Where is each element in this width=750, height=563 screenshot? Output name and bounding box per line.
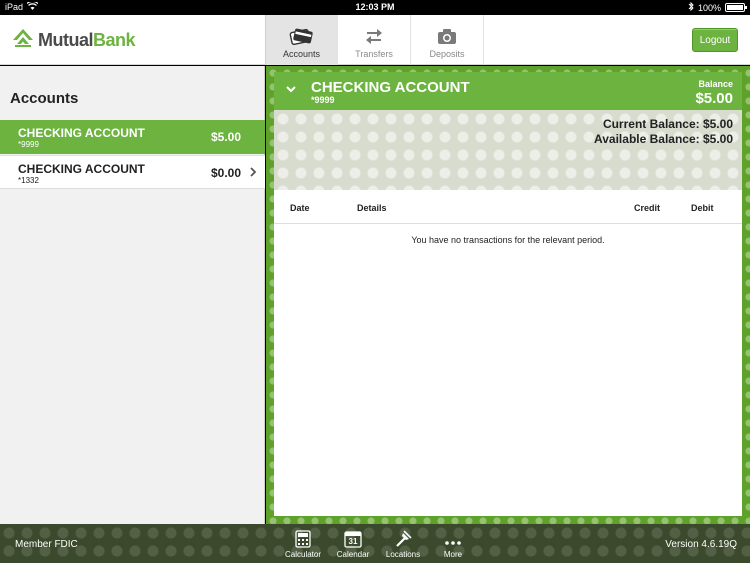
- app-header: MutualBank Accounts Transfers Deposits L…: [0, 15, 750, 65]
- tab-deposits[interactable]: Deposits: [411, 15, 484, 65]
- transactions-header: Date Details Credit Debit: [274, 190, 742, 224]
- calculator-label: Calculator: [284, 550, 321, 559]
- account-detail-number: *9999: [311, 95, 335, 105]
- brand-name-bank: Bank: [93, 30, 136, 50]
- clock: 12:03 PM: [355, 2, 395, 12]
- column-credit[interactable]: Credit: [634, 203, 660, 213]
- column-debit[interactable]: Debit: [691, 203, 714, 213]
- tab-deposits-label: Deposits: [429, 49, 465, 59]
- main-tabs: Accounts Transfers Deposits: [265, 15, 484, 65]
- cards-icon: [289, 27, 315, 45]
- account-name: CHECKING ACCOUNT: [18, 162, 145, 176]
- bottom-toolbar: Member FDIC Calculator 31 Calendar Locat…: [0, 524, 750, 563]
- map-pin-icon: [394, 530, 412, 548]
- mutualbank-logo: MutualBank: [12, 28, 136, 53]
- empty-transactions-message: You have no transactions for the relevan…: [411, 235, 605, 245]
- tab-transfers-label: Transfers: [355, 49, 393, 59]
- more-dots-icon: [444, 538, 462, 548]
- account-amount: $0.00: [210, 166, 241, 180]
- balance-summary: Current Balance: $5.00 Available Balance…: [274, 110, 742, 190]
- account-detail-header[interactable]: CHECKING ACCOUNT *9999 Balance $5.00: [274, 72, 742, 110]
- transfer-arrows-icon: [365, 27, 383, 45]
- more-button[interactable]: More: [428, 526, 478, 562]
- account-row[interactable]: CHECKING ACCOUNT *1332 $0.00: [0, 155, 265, 189]
- logo-mark-icon: [12, 28, 34, 53]
- calculator-icon: [295, 530, 311, 548]
- locations-button[interactable]: Locations: [378, 526, 428, 562]
- balance-label: Balance: [698, 79, 733, 89]
- battery-icon: [725, 3, 747, 12]
- tab-transfers[interactable]: Transfers: [338, 15, 411, 65]
- bluetooth-icon: [688, 1, 694, 13]
- account-number: *9999: [18, 140, 39, 149]
- calendar-icon: 31: [344, 530, 362, 548]
- chevron-right-icon: [250, 166, 257, 180]
- member-fdic-label: Member FDIC: [15, 539, 78, 550]
- calendar-day: 31: [348, 537, 358, 546]
- camera-icon: [437, 28, 457, 45]
- chevron-down-icon[interactable]: [286, 84, 296, 96]
- account-row-selected[interactable]: CHECKING ACCOUNT *9999 $5.00: [0, 120, 265, 154]
- column-details[interactable]: Details: [357, 203, 387, 213]
- transactions-table: Date Details Credit Debit You have no tr…: [274, 190, 742, 516]
- tab-accounts[interactable]: Accounts: [265, 15, 338, 65]
- column-date[interactable]: Date: [290, 203, 310, 213]
- status-bar: iPad 12:03 PM 100%: [0, 0, 750, 15]
- battery-percent: 100%: [697, 2, 721, 13]
- account-amount: $5.00: [210, 130, 241, 144]
- accounts-sidebar: Accounts CHECKING ACCOUNT *9999 $5.00 CH…: [0, 66, 265, 524]
- calendar-label: Calendar: [336, 550, 370, 559]
- tool-buttons: Calculator 31 Calendar Locations More: [278, 526, 478, 562]
- tab-accounts-label: Accounts: [282, 49, 321, 59]
- calculator-button[interactable]: Calculator: [278, 526, 328, 562]
- brand-name-mutual: Mutual: [38, 30, 94, 50]
- locations-label: Locations: [385, 550, 421, 559]
- logout-button[interactable]: Logout: [692, 28, 738, 52]
- available-balance: Available Balance: $5.00: [594, 132, 733, 146]
- account-name: CHECKING ACCOUNT: [18, 126, 145, 140]
- current-balance: Current Balance: $5.00: [602, 117, 733, 131]
- calendar-button[interactable]: 31 Calendar: [328, 526, 378, 562]
- account-detail-title: CHECKING ACCOUNT: [311, 79, 470, 96]
- app-version: Version 4.6.19Q: [665, 539, 737, 550]
- more-label: More: [443, 550, 463, 559]
- sidebar-title: Accounts: [10, 90, 79, 107]
- balance-amount: $5.00: [695, 90, 733, 107]
- account-number: *1332: [18, 176, 39, 185]
